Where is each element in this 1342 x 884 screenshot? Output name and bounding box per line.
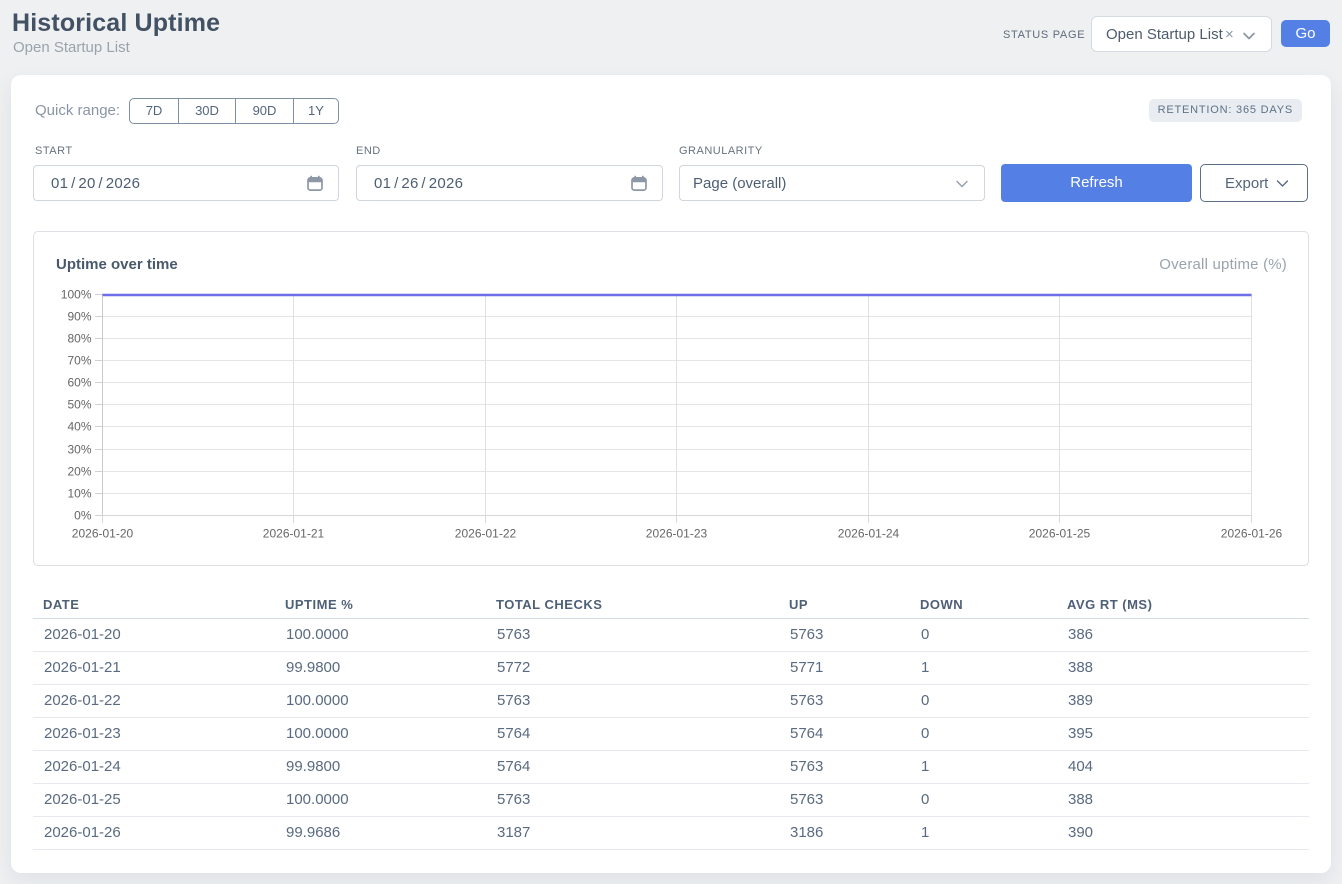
svg-text:2026-01-23: 2026-01-23 [646, 527, 708, 541]
svg-text:2026-01-21: 2026-01-21 [263, 527, 325, 541]
svg-text:50%: 50% [67, 398, 91, 412]
svg-text:80%: 80% [67, 332, 91, 346]
svg-text:60%: 60% [67, 376, 91, 390]
svg-text:20%: 20% [67, 465, 91, 479]
svg-text:2026-01-24: 2026-01-24 [838, 527, 900, 541]
svg-text:0%: 0% [74, 509, 92, 523]
svg-text:40%: 40% [67, 420, 91, 434]
svg-text:70%: 70% [67, 354, 91, 368]
svg-text:2026-01-26: 2026-01-26 [1221, 527, 1283, 541]
svg-text:30%: 30% [67, 443, 91, 457]
svg-text:10%: 10% [67, 487, 91, 501]
svg-text:2026-01-20: 2026-01-20 [72, 527, 134, 541]
svg-text:2026-01-25: 2026-01-25 [1029, 527, 1091, 541]
svg-text:2026-01-22: 2026-01-22 [455, 527, 517, 541]
svg-text:100%: 100% [61, 288, 92, 302]
svg-text:90%: 90% [67, 310, 91, 324]
